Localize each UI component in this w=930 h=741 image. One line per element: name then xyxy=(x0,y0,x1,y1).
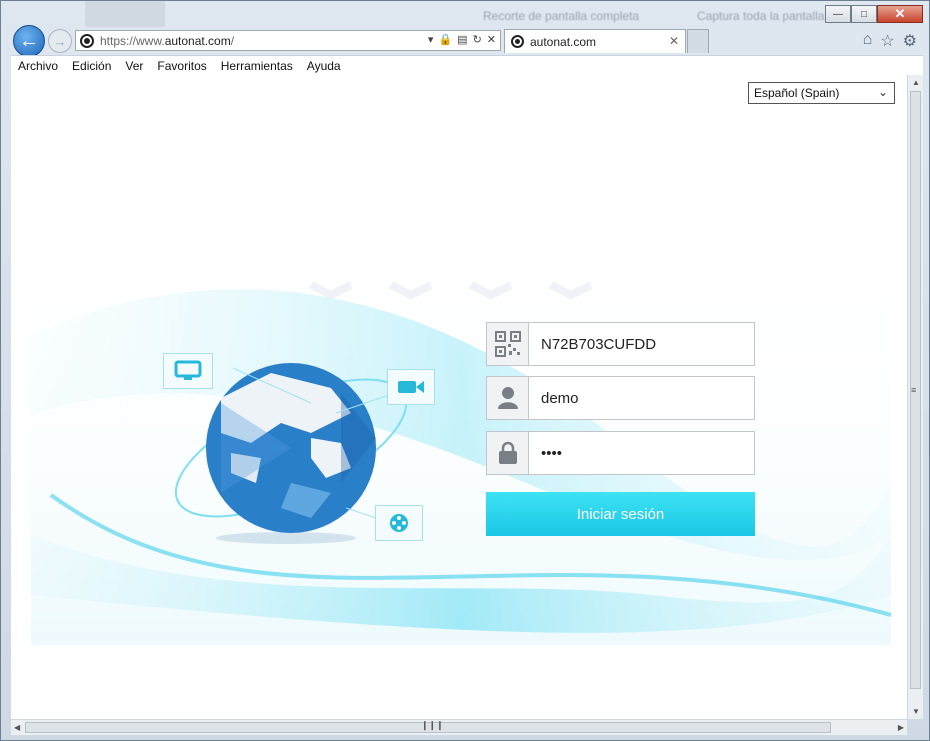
forward-arrow-icon: → xyxy=(53,33,67,49)
forward-button[interactable]: → xyxy=(48,29,72,53)
menu-favoritos[interactable]: Favoritos xyxy=(150,59,213,73)
username-input[interactable] xyxy=(529,378,749,418)
scroll-left-icon[interactable]: ◀ xyxy=(14,723,20,732)
url-prefix: https://www. xyxy=(100,33,165,48)
address-tools: ▾ 🔒 ▤ ↻ ✕ xyxy=(428,33,496,46)
password-field[interactable] xyxy=(486,431,755,475)
menu-ver[interactable]: Ver xyxy=(118,59,150,73)
browser-tab[interactable]: autonat.com ✕ xyxy=(504,29,686,53)
film-reel-icon xyxy=(390,514,408,532)
vertical-grip-icon: ≡ xyxy=(911,385,917,395)
menu-ayuda[interactable]: Ayuda xyxy=(300,59,348,73)
back-arrow-icon: ← xyxy=(19,29,39,52)
stop-icon[interactable]: ✕ xyxy=(487,33,496,46)
close-window-button[interactable]: ✕ xyxy=(877,5,923,23)
user-icon xyxy=(487,377,529,419)
browser-window: Recorte de pantalla completa Captura tod… xyxy=(0,0,930,741)
tab-title: autonat.com xyxy=(530,34,597,49)
horizontal-grip-icon: ❙❙❙ xyxy=(421,720,444,730)
username-field[interactable] xyxy=(486,376,755,420)
background-window-subtitle: Captura toda la pantalla xyxy=(697,9,825,23)
monitor-icon xyxy=(174,360,202,380)
site-favicon xyxy=(80,33,94,48)
url-host: autonat.com xyxy=(164,33,231,48)
login-button[interactable]: Iniciar sesión xyxy=(486,492,755,536)
new-tab-button[interactable] xyxy=(687,29,709,53)
padlock-icon xyxy=(487,432,529,474)
chevron-down-icon: ⌄ xyxy=(877,85,888,99)
menu-archivo[interactable]: Archivo xyxy=(11,59,65,73)
maximize-button[interactable]: □ xyxy=(851,5,877,23)
qr-code-icon xyxy=(487,323,529,365)
horizontal-scrollbar[interactable]: ◀ ❙❙❙ ▶ xyxy=(11,719,907,735)
search-dropdown-icon[interactable]: ▾ xyxy=(428,33,434,46)
back-button[interactable]: ← xyxy=(13,25,45,57)
language-value: Español (Spain) xyxy=(754,86,840,100)
gear-icon[interactable]: ⚙ xyxy=(903,31,917,51)
url-suffix: / xyxy=(230,33,235,48)
menu-bar: Archivo Edición Ver Favoritos Herramient… xyxy=(11,55,923,75)
language-select[interactable]: Español (Spain) ⌄ xyxy=(748,82,895,104)
device-id-input[interactable] xyxy=(529,324,749,364)
scroll-right-icon[interactable]: ▶ xyxy=(898,723,904,732)
minimize-button[interactable]: — xyxy=(825,5,851,23)
browser-toolbar-icons: ⌂ ☆ ⚙ xyxy=(863,31,917,51)
tab-favicon xyxy=(511,35,524,48)
film-badge xyxy=(375,505,423,541)
refresh-icon[interactable]: ↻ xyxy=(473,33,482,46)
video-camera-icon xyxy=(398,381,424,393)
home-icon[interactable]: ⌂ xyxy=(863,31,873,51)
menu-edicion[interactable]: Edición xyxy=(65,59,118,73)
vertical-scrollbar[interactable]: ▲ ≡ ▼ xyxy=(907,75,923,719)
scroll-down-icon[interactable]: ▼ xyxy=(912,707,920,716)
page-viewport: Español (Spain) ⌄ N72B703CUFDD demo Inic… xyxy=(11,75,907,719)
camera-badge xyxy=(387,369,435,405)
tab-close-icon[interactable]: ✕ xyxy=(669,34,679,48)
background-window-strip xyxy=(85,1,165,27)
star-icon[interactable]: ☆ xyxy=(880,31,894,51)
menu-herramientas[interactable]: Herramientas xyxy=(214,59,300,73)
lock-icon[interactable]: 🔒 xyxy=(438,33,452,46)
compatibility-icon[interactable]: ▤ xyxy=(457,33,467,46)
window-caption-buttons: — □ ✕ xyxy=(825,5,923,23)
password-input[interactable] xyxy=(529,433,749,473)
wave-background xyxy=(31,245,892,645)
device-id-field[interactable] xyxy=(486,322,755,366)
address-bar[interactable]: https://www. autonat.com / ▾ 🔒 ▤ ↻ ✕ xyxy=(75,30,501,51)
monitor-badge xyxy=(163,353,213,389)
background-window-title: Recorte de pantalla completa xyxy=(483,9,640,23)
scroll-up-icon[interactable]: ▲ xyxy=(912,78,920,87)
